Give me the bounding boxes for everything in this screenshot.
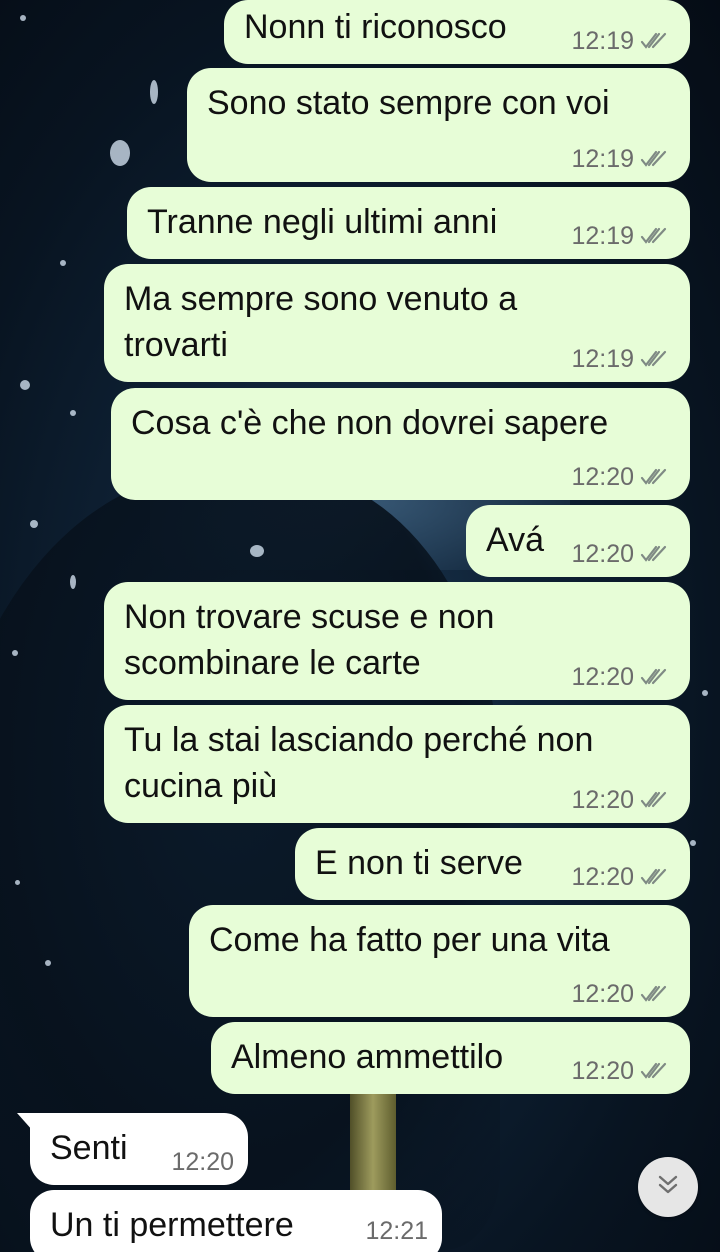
message-time: 12:19 [571,27,634,55]
message-time: 12:21 [365,1217,428,1245]
incoming-message[interactable]: Un ti permettere 12:21 [30,1190,442,1252]
wallpaper-speck [250,545,264,557]
message-text-line-2: cucina più [124,767,278,805]
message-text: Un ti permettere [50,1206,294,1244]
message-time: 12:20 [571,1057,634,1085]
outgoing-message[interactable]: Sono stato sempre con voi 12:19 [187,68,690,182]
message-text: Cosa c'è che non dovrei sapere [131,404,609,442]
wallpaper-speck [70,410,76,416]
wallpaper-speck [690,840,696,846]
double-chevron-down-icon [655,1172,681,1203]
scroll-to-bottom-button[interactable] [638,1157,698,1217]
double-check-icon [640,32,668,50]
outgoing-message[interactable]: Non trovare scuse e non scombinare le ca… [104,582,690,700]
wallpaper-speck [20,15,26,21]
wallpaper-speck [70,575,76,589]
double-check-icon [640,227,668,245]
outgoing-message[interactable]: Tranne negli ultimi anni 12:19 [127,187,690,259]
incoming-message[interactable]: Senti 12:20 [30,1113,248,1185]
message-time: 12:20 [571,463,634,491]
message-time: 12:20 [571,980,634,1008]
message-text-line-2: trovarti [124,326,228,364]
wallpaper-speck [110,140,130,166]
double-check-icon [640,350,668,368]
message-text: Non trovare scuse e non [124,598,495,636]
outgoing-message[interactable]: Tu la stai lasciando perché non cucina p… [104,705,690,823]
double-check-icon [640,868,668,886]
bubble-tail [17,1113,33,1131]
wallpaper-speck [15,880,20,885]
double-check-icon [640,791,668,809]
message-text-line-2: scombinare le carte [124,644,421,682]
message-text: Almeno ammettilo [231,1038,504,1076]
outgoing-message[interactable]: E non ti serve 12:20 [295,828,690,900]
wallpaper-speck [20,380,30,390]
wallpaper-speck [45,960,51,966]
double-check-icon [640,545,668,563]
message-text: Senti [50,1129,128,1167]
message-time: 12:20 [571,540,634,568]
outgoing-message[interactable]: Cosa c'è che non dovrei sapere 12:20 [111,388,690,500]
outgoing-message[interactable]: Nonn ti riconosco 12:19 [224,0,690,64]
double-check-icon [640,468,668,486]
wallpaper-speck [150,80,158,104]
message-text: Tranne negli ultimi anni [147,203,498,241]
message-text: Come ha fatto per una vita [209,921,610,959]
wallpaper-speck [30,520,38,528]
message-time: 12:19 [571,145,634,173]
message-time: 12:19 [571,345,634,373]
message-text: Tu la stai lasciando perché non [124,721,594,759]
message-text: Sono stato sempre con voi [207,84,610,122]
message-text: Nonn ti riconosco [244,8,507,46]
wallpaper-speck [60,260,66,266]
double-check-icon [640,150,668,168]
message-text: Avá [486,521,544,559]
double-check-icon [640,985,668,1003]
message-text: Ma sempre sono venuto a [124,280,518,318]
outgoing-message[interactable]: Ma sempre sono venuto a trovarti 12:19 [104,264,690,382]
message-time: 12:20 [171,1148,234,1176]
double-check-icon [640,668,668,686]
double-check-icon [640,1062,668,1080]
outgoing-message[interactable]: Come ha fatto per una vita 12:20 [189,905,690,1017]
message-time: 12:20 [571,786,634,814]
message-time: 12:20 [571,863,634,891]
message-time: 12:20 [571,663,634,691]
wallpaper-speck [702,690,708,696]
wallpaper-speck [12,650,18,656]
message-time: 12:19 [571,222,634,250]
outgoing-message[interactable]: Avá 12:20 [466,505,690,577]
outgoing-message[interactable]: Almeno ammettilo 12:20 [211,1022,690,1094]
message-text: E non ti serve [315,844,523,882]
